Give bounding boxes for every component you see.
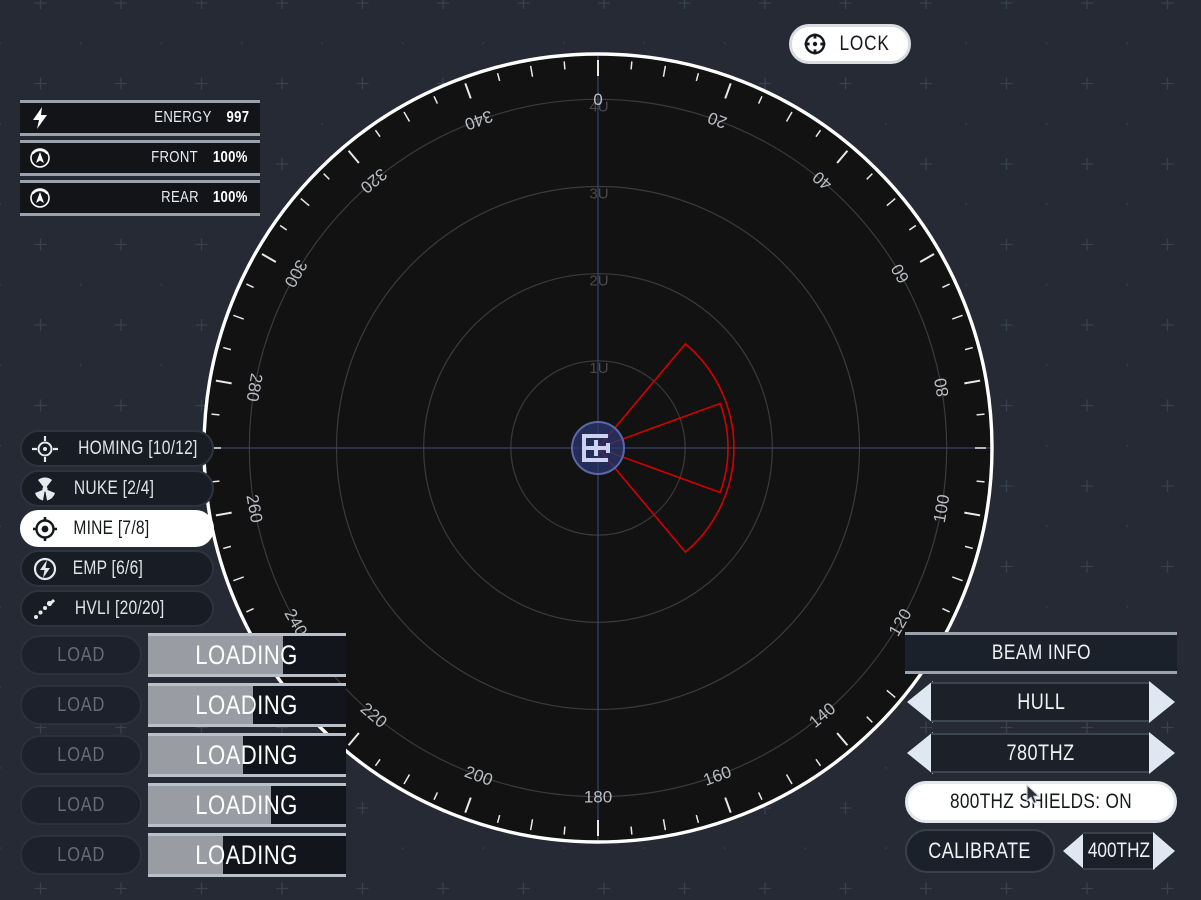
weapon-label: HVLI [20/20]: [75, 598, 165, 620]
system-status-panel: ENERGY 997 FRONT 100%: [20, 100, 260, 220]
tube-status-1[interactable]: LOADING: [148, 633, 346, 677]
rear-shield-icon: [20, 187, 60, 209]
calibrate-button[interactable]: CALIBRATE: [905, 829, 1055, 873]
load-button-4[interactable]: LOAD: [20, 785, 142, 825]
status-row-energy: ENERGY 997: [20, 100, 260, 136]
mine-target-icon: [32, 516, 58, 542]
load-button-3[interactable]: LOAD: [20, 735, 142, 775]
row-divider-bottom: [20, 133, 260, 136]
tube-status-label: LOADING: [196, 840, 299, 871]
target-system-value: HULL: [1017, 689, 1065, 715]
load-label: LOAD: [57, 744, 105, 767]
row-divider-bottom: [20, 213, 260, 216]
weapon-select-list: HOMING [10/12] NUKE [2/4] MINE [7/8] EMP [6…: [20, 430, 214, 630]
shields-toggle-button[interactable]: 800THZ SHIELDS: ON: [905, 781, 1177, 823]
tube-row: LOAD LOADING: [20, 632, 346, 678]
target-frequency-value: 780THZ: [1007, 740, 1075, 766]
front-shield-icon: [20, 147, 60, 169]
tube-status-3[interactable]: LOADING: [148, 733, 346, 777]
load-button-2[interactable]: LOAD: [20, 685, 142, 725]
weapon-label: EMP [6/6]: [73, 558, 143, 580]
shields-toggle-label: 800THZ SHIELDS: ON: [950, 790, 1132, 814]
tube-divider-bottom: [148, 724, 346, 727]
energy-bolt-icon: [20, 107, 60, 129]
lock-label: LOCK: [840, 32, 890, 56]
chevron-right-icon[interactable]: [1151, 832, 1177, 870]
tube-row: LOAD LOADING: [20, 832, 346, 878]
status-value-front: 100%: [213, 149, 248, 167]
load-label: LOAD: [57, 794, 105, 817]
tube-row: LOAD LOADING: [20, 682, 346, 728]
weapon-button-nuke[interactable]: NUKE [2/4]: [20, 470, 214, 507]
crosshair-lock-icon: [804, 33, 826, 55]
load-label: LOAD: [57, 844, 105, 867]
tube-status-label: LOADING: [196, 790, 299, 821]
tube-divider-bottom: [148, 774, 346, 777]
load-button-5[interactable]: LOAD: [20, 835, 142, 875]
load-label: LOAD: [57, 644, 105, 667]
load-button-1[interactable]: LOAD: [20, 635, 142, 675]
status-label-rear: REAR: [162, 189, 200, 207]
weapon-button-emp[interactable]: EMP [6/6]: [20, 550, 214, 587]
weapon-label: NUKE [2/4]: [74, 478, 154, 500]
target-frequency-selector[interactable]: 780THZ: [905, 730, 1177, 776]
tube-row: LOAD LOADING: [20, 732, 346, 778]
tube-divider-bottom: [148, 824, 346, 827]
tube-status-2[interactable]: LOADING: [148, 683, 346, 727]
beam-info-header: BEAM INFO: [905, 632, 1177, 674]
homing-target-icon: [32, 436, 58, 462]
hvli-dots-icon: [32, 596, 58, 622]
weapon-button-hvli[interactable]: HVLI [20/20]: [20, 590, 214, 627]
tube-status-label: LOADING: [196, 640, 299, 671]
tube-status-label: LOADING: [196, 690, 299, 721]
calibrate-frequency-value: 400THZ: [1088, 839, 1150, 863]
nuke-radiation-icon: [32, 476, 58, 502]
emp-bolt-icon: [32, 556, 58, 582]
row-divider-bottom: [905, 671, 1177, 674]
weapon-button-homing[interactable]: HOMING [10/12]: [20, 430, 214, 467]
tube-status-4[interactable]: LOADING: [148, 783, 346, 827]
status-label-energy: ENERGY: [154, 109, 211, 127]
target-system-selector[interactable]: HULL: [905, 679, 1177, 725]
chevron-right-icon[interactable]: [1147, 681, 1177, 723]
lock-button[interactable]: LOCK: [789, 24, 911, 64]
row-divider-bottom: [20, 173, 260, 176]
weapon-label: MINE [7/8]: [73, 518, 149, 540]
calibrate-row: CALIBRATE 400THZ: [905, 828, 1177, 874]
calibrate-label: CALIBRATE: [929, 838, 1032, 864]
status-label-front: FRONT: [151, 149, 198, 167]
status-value-energy: 997: [227, 109, 250, 127]
beam-target-panel: BEAM INFO HULL 780THZ 800THZ SHIELDS: ON…: [905, 632, 1177, 879]
chevron-right-icon[interactable]: [1147, 732, 1177, 774]
status-value-rear: 100%: [213, 189, 248, 207]
tube-divider-bottom: [148, 874, 346, 877]
beam-info-label: BEAM INFO: [991, 641, 1090, 665]
weapon-button-mine[interactable]: MINE [7/8]: [20, 510, 214, 547]
tube-status-label: LOADING: [196, 740, 299, 771]
status-row-rear-shield: REAR 100%: [20, 180, 260, 216]
tube-row: LOAD LOADING: [20, 782, 346, 828]
tube-status-5[interactable]: LOADING: [148, 833, 346, 877]
load-label: LOAD: [57, 694, 105, 717]
status-row-front-shield: FRONT 100%: [20, 140, 260, 176]
weapon-label: HOMING [10/12]: [78, 438, 197, 460]
tube-divider-bottom: [148, 674, 346, 677]
tube-list: LOADLOADINGLOADLOADINGLOADLOADINGLOADLOA…: [20, 632, 346, 882]
calibrate-frequency-selector[interactable]: 400THZ: [1061, 828, 1177, 874]
